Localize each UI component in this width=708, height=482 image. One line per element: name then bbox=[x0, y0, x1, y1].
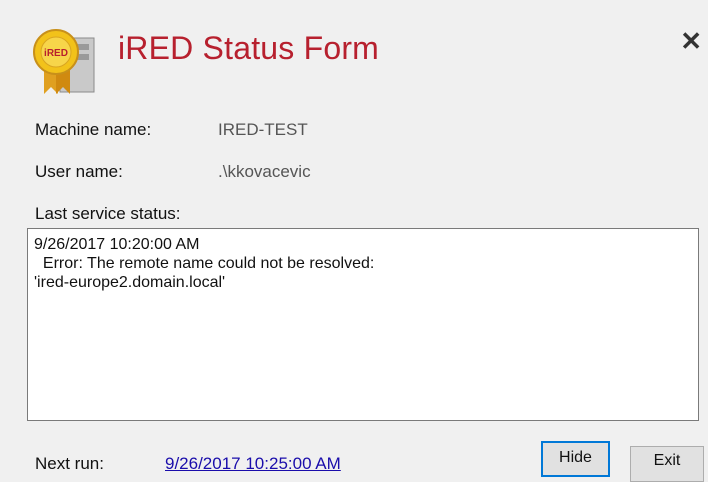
user-name-label: User name: bbox=[35, 162, 123, 181]
machine-name-value: IRED-TEST bbox=[218, 120, 308, 139]
window-title: iRED Status Form bbox=[118, 30, 380, 66]
next-run-link[interactable]: 9/26/2017 10:25:00 AM bbox=[165, 454, 341, 474]
next-run-label: Next run: bbox=[35, 454, 104, 473]
user-name-value: .\kkovacevic bbox=[218, 162, 311, 181]
ired-certificate-icon: iRED bbox=[33, 29, 95, 94]
hide-button[interactable]: Hide bbox=[541, 441, 610, 477]
machine-name-label: Machine name: bbox=[35, 120, 152, 139]
icon-badge-text: iRED bbox=[44, 48, 68, 59]
close-icon[interactable]: ✕ bbox=[680, 28, 702, 54]
last-service-status-label: Last service status: bbox=[35, 204, 181, 223]
service-status-textbox[interactable]: 9/26/2017 10:20:00 AM Error: The remote … bbox=[27, 228, 699, 421]
